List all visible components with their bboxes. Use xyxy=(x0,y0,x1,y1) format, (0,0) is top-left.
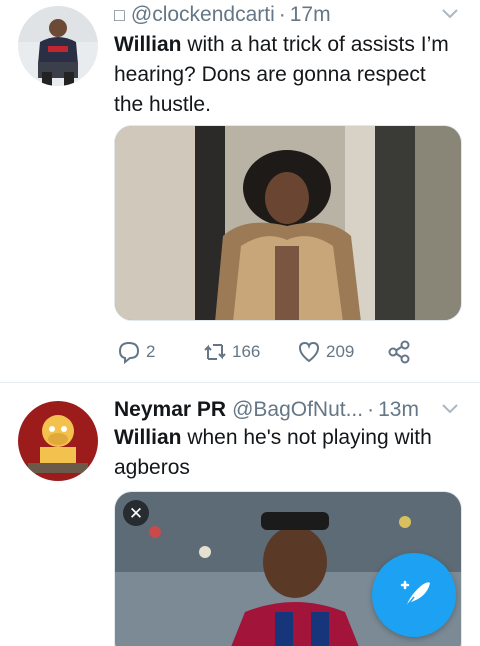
retweet-icon xyxy=(204,344,226,360)
close-media-button[interactable]: ✕ xyxy=(123,500,149,526)
reply-count: 2 xyxy=(146,342,156,361)
like-button[interactable]: 209 xyxy=(296,338,354,366)
name-glyph: □ xyxy=(114,4,125,25)
tweet-actions: 2 166 209 xyxy=(114,338,454,366)
like-count: 209 xyxy=(326,342,355,361)
avatar-image-1 xyxy=(18,6,98,86)
compose-tweet-button[interactable] xyxy=(372,553,456,637)
text-line-3: the hustle. xyxy=(114,93,211,116)
separator: · xyxy=(367,398,375,421)
separator: · xyxy=(278,3,286,26)
user-handle[interactable]: @BagOfNut... xyxy=(232,398,363,422)
reply-icon xyxy=(118,341,140,365)
close-icon: ✕ xyxy=(128,503,144,523)
text-line-2: hearing? Dons are gonna respect xyxy=(114,63,426,86)
tweet-text: Willian when he's not playing with agber… xyxy=(114,423,464,483)
chevron-down-icon[interactable] xyxy=(440,401,460,415)
text-line-1: with a hat trick of assists I’m xyxy=(181,33,449,56)
share-button[interactable] xyxy=(386,338,416,366)
mention-bold: Willian xyxy=(114,426,182,449)
timestamp[interactable]: 13m xyxy=(378,398,419,422)
compose-tweet-icon xyxy=(400,580,430,608)
text-line-2: agberos xyxy=(114,456,190,479)
tweet-photo[interactable] xyxy=(114,125,462,321)
mention-bold: Willian xyxy=(114,33,182,56)
tweet-header: □ @clockendcarti · 17m xyxy=(114,0,460,30)
share-icon xyxy=(388,340,410,364)
retweet-button[interactable]: 166 xyxy=(202,338,260,366)
chevron-down-icon[interactable] xyxy=(440,6,460,20)
display-name[interactable]: Neymar PR xyxy=(114,398,226,422)
timestamp[interactable]: 17m xyxy=(290,3,331,27)
tweet-text: Willian with a hat trick of assists I’m … xyxy=(114,30,464,120)
avatar[interactable] xyxy=(18,6,98,86)
heart-icon xyxy=(298,341,320,363)
avatar-image-2 xyxy=(18,401,98,481)
reply-button[interactable]: 2 xyxy=(116,338,155,366)
tweet-1[interactable]: □ @clockendcarti · 17m Willian with a ha… xyxy=(0,0,480,382)
tweet-header: Neymar PR @BagOfNut... · 13m xyxy=(114,395,460,425)
avatar[interactable] xyxy=(18,401,98,481)
retweet-count: 166 xyxy=(232,342,261,361)
text-line-1: when he's not playing with xyxy=(181,426,432,449)
user-handle[interactable]: @clockendcarti xyxy=(131,3,275,27)
photo-image xyxy=(115,126,461,320)
